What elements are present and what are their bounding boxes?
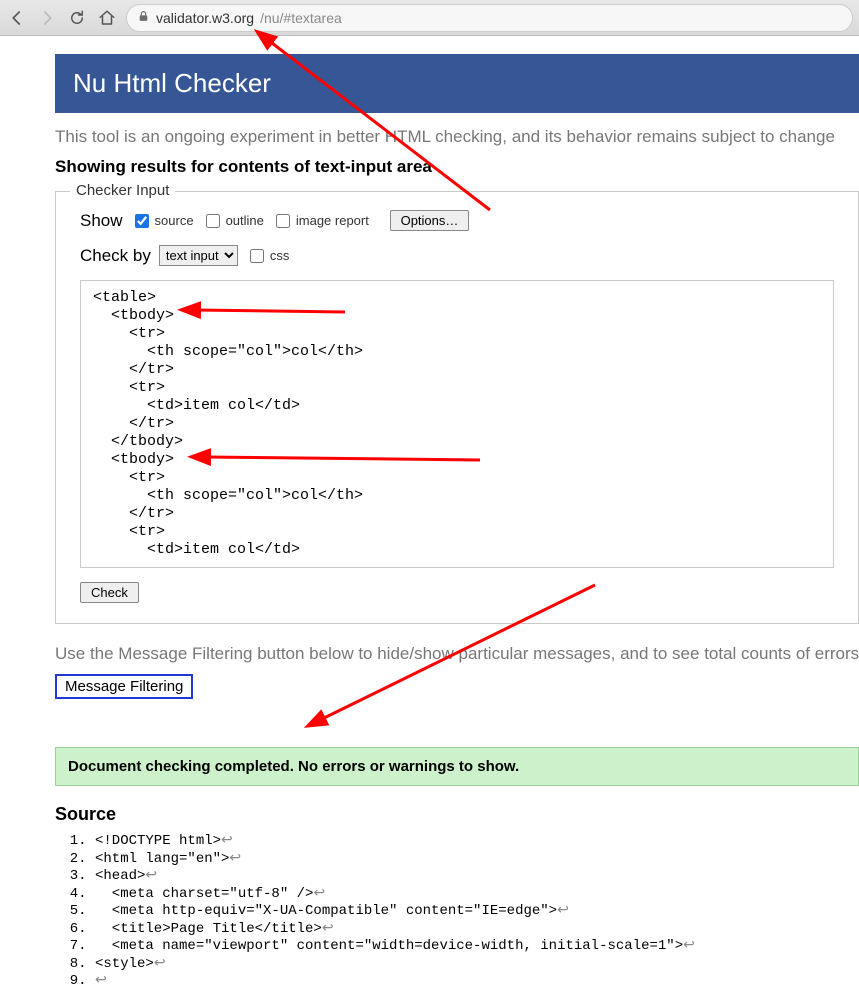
outline-checkbox-label[interactable]: outline	[202, 211, 264, 231]
checker-input-fieldset: Checker Input Show source outline image …	[55, 191, 859, 624]
source-list: <!DOCTYPE html>↩<html lang="en">↩<head>↩…	[55, 833, 859, 991]
outline-checkbox-text: outline	[226, 213, 264, 228]
imagereport-checkbox-label[interactable]: image report	[272, 211, 369, 231]
url-path: /nu/#textarea	[260, 10, 342, 26]
source-line: <head>↩	[95, 868, 859, 886]
source-line: <style>↩	[95, 956, 859, 974]
address-bar[interactable]: validator.w3.org/nu/#textarea	[126, 4, 853, 32]
css-checkbox-label[interactable]: css	[246, 246, 290, 266]
source-checkbox-label[interactable]: source	[131, 211, 194, 231]
source-checkbox[interactable]	[135, 214, 149, 228]
show-label: Show	[80, 211, 123, 231]
outline-checkbox[interactable]	[206, 214, 220, 228]
message-filtering-button[interactable]: Message Filtering	[55, 674, 193, 699]
check-button[interactable]: Check	[80, 582, 139, 603]
source-line: ↩	[95, 973, 859, 991]
source-checkbox-text: source	[155, 213, 194, 228]
fieldset-legend: Checker Input	[70, 182, 175, 199]
options-button[interactable]: Options…	[390, 210, 470, 231]
home-button[interactable]	[96, 7, 118, 29]
intro-text: This tool is an ongoing experiment in be…	[55, 127, 859, 147]
url-host: validator.w3.org	[156, 10, 254, 26]
source-heading: Source	[55, 804, 859, 825]
css-checkbox-text: css	[270, 248, 290, 263]
source-line: <html lang="en">↩	[95, 851, 859, 869]
imagereport-checkbox[interactable]	[276, 214, 290, 228]
source-line: <meta charset="utf-8" />↩	[95, 886, 859, 904]
code-textarea[interactable]: <table> <tbody> <tr> <th scope="col">col…	[80, 280, 834, 568]
checkby-label: Check by	[80, 246, 151, 266]
back-button[interactable]	[6, 7, 28, 29]
page-title: Nu Html Checker	[73, 68, 271, 98]
forward-button[interactable]	[36, 7, 58, 29]
page-title-banner: Nu Html Checker	[55, 54, 859, 113]
success-message: Document checking completed. No errors o…	[55, 747, 859, 786]
imagereport-checkbox-text: image report	[296, 213, 369, 228]
results-heading: Showing results for contents of text-inp…	[55, 157, 859, 177]
source-line: <meta http-equiv="X-UA-Compatible" conte…	[95, 903, 859, 921]
message-filter-text: Use the Message Filtering button below t…	[55, 644, 859, 664]
css-checkbox[interactable]	[250, 249, 264, 263]
source-line: <title>Page Title</title>↩	[95, 921, 859, 939]
checkby-select[interactable]: text input	[159, 245, 238, 266]
reload-button[interactable]	[66, 7, 88, 29]
source-line: <meta name="viewport" content="width=dev…	[95, 938, 859, 956]
browser-toolbar: validator.w3.org/nu/#textarea	[0, 0, 859, 36]
lock-icon	[137, 10, 150, 26]
source-line: <!DOCTYPE html>↩	[95, 833, 859, 851]
